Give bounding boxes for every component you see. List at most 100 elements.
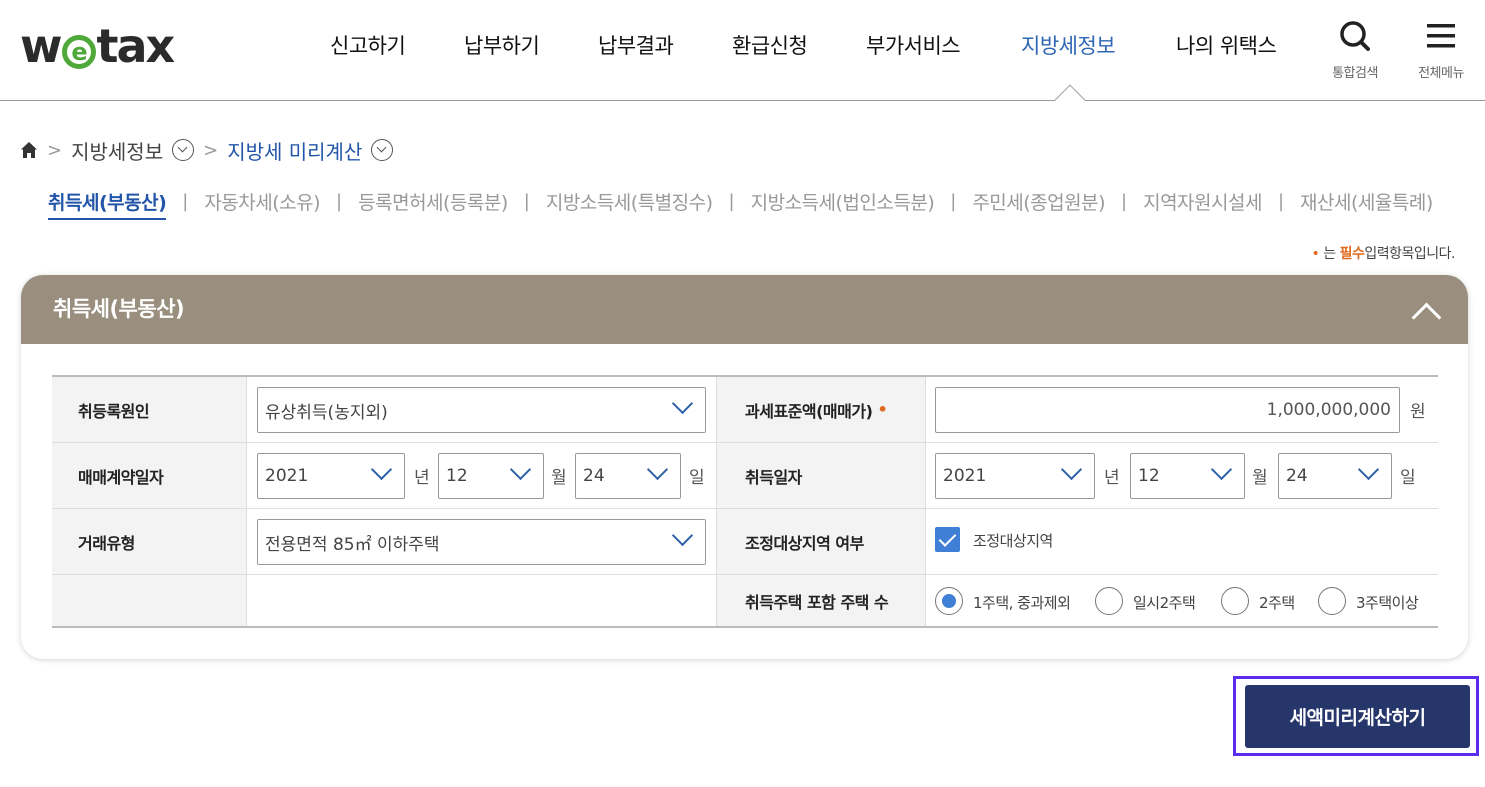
empty-label-cell: [52, 575, 246, 626]
acquisition-day-value: 24: [1286, 466, 1308, 486]
month-unit: 월: [551, 468, 567, 488]
acquisition-month-value: 12: [1138, 466, 1160, 486]
breadcrumb-level2-dropdown-icon[interactable]: [371, 139, 394, 161]
tab-resident-tax-employee[interactable]: 주민세(종업원분): [972, 188, 1105, 215]
radio-one-house-label[interactable]: 1주택, 중과제외: [973, 592, 1071, 613]
day-unit: 일: [689, 468, 705, 488]
transaction-type-select[interactable]: 전용면적 85㎡ 이하주택: [257, 519, 706, 565]
acquisition-month-select[interactable]: 12: [1130, 453, 1245, 499]
home-icon[interactable]: [20, 141, 38, 159]
cause-select-value: 유상취득(농지외): [265, 402, 388, 423]
search-button[interactable]: 통합검색: [1320, 20, 1390, 81]
tab-divider: |: [1121, 190, 1128, 212]
chevron-down-icon: [1210, 467, 1232, 481]
month-unit: 월: [1252, 468, 1268, 488]
acquisition-tax-panel: 취득세(부동산) 취등록원인 유상취득(농지외) 과세표준액(매매가) • 1,…: [21, 275, 1468, 659]
calculate-tax-button[interactable]: 세액미리계산하기: [1245, 685, 1470, 748]
tab-vehicle-tax[interactable]: 자동차세(소유): [204, 188, 320, 215]
acquisition-date-label: 취득일자: [716, 443, 925, 508]
nav-item-pay[interactable]: 납부하기: [464, 30, 540, 60]
radio-temporary-two-house[interactable]: [1095, 587, 1123, 615]
nav-item-file[interactable]: 신고하기: [330, 30, 406, 60]
chevron-down-icon: [671, 533, 693, 547]
chevron-down-icon: [1357, 467, 1379, 481]
tab-regional-resource-facility-tax[interactable]: 지역자원시설세: [1143, 188, 1262, 215]
tab-local-income-tax-withholding[interactable]: 지방소득세(특별징수): [546, 188, 713, 215]
breadcrumb: > 지방세정보 > 지방세 미리계산: [20, 136, 394, 165]
base-amount-label: 과세표준액(매매가) •: [716, 377, 925, 442]
acquisition-day-select[interactable]: 24: [1278, 453, 1392, 499]
radio-temporary-two-house-label[interactable]: 일시2주택: [1133, 592, 1196, 613]
active-nav-caret: [1055, 84, 1085, 101]
adjustment-area-checkbox-label[interactable]: 조정대상지역: [973, 530, 1053, 551]
radio-two-house[interactable]: [1221, 587, 1249, 615]
adjustment-area-label: 조정대상지역 여부: [716, 509, 925, 574]
contract-year-value: 2021: [265, 466, 309, 486]
acquisition-year-value: 2021: [943, 466, 987, 486]
tax-input-form: 취등록원인 유상취득(농지외) 과세표준액(매매가) • 1,000,000,0…: [52, 375, 1438, 628]
tab-divider: |: [523, 190, 530, 212]
collapse-chevron-up-icon[interactable]: [1412, 299, 1438, 325]
transaction-type-value: 전용면적 85㎡ 이하주택: [265, 534, 440, 555]
cause-select[interactable]: 유상취득(농지외): [257, 387, 706, 433]
hamburger-icon: [1427, 24, 1455, 48]
chevron-right-icon: >: [47, 139, 63, 161]
radio-two-house-label[interactable]: 2주택: [1259, 592, 1295, 613]
breadcrumb-level1-dropdown-icon[interactable]: [172, 139, 195, 161]
chevron-down-icon: [509, 467, 531, 481]
form-row: 취등록원인 유상취득(농지외) 과세표준액(매매가) • 1,000,000,0…: [52, 377, 1438, 443]
year-unit: 년: [1104, 468, 1120, 488]
transaction-type-label: 거래유형: [52, 509, 246, 574]
acquisition-year-select[interactable]: 2021: [935, 453, 1095, 499]
won-unit: 원: [1410, 402, 1426, 422]
adjustment-area-checkbox[interactable]: [935, 527, 960, 552]
chevron-down-icon: [1060, 467, 1082, 481]
required-dot: •: [877, 400, 888, 419]
nav-item-my-wetax[interactable]: 나의 위택스: [1176, 30, 1277, 60]
radio-three-plus-house[interactable]: [1318, 587, 1346, 615]
contract-month-value: 12: [446, 466, 468, 486]
contract-year-select[interactable]: 2021: [257, 453, 405, 499]
contract-day-value: 24: [583, 466, 605, 486]
year-unit: 년: [414, 468, 430, 488]
contract-day-select[interactable]: 24: [575, 453, 681, 499]
tab-divider: |: [336, 190, 343, 212]
nav-item-extra-services[interactable]: 부가서비스: [866, 30, 961, 60]
cause-label: 취등록원인: [52, 377, 246, 442]
required-note: • 는 필수입력항목입니다.: [1311, 246, 1456, 262]
tab-property-tax-special-rate[interactable]: 재산세(세율특례): [1300, 188, 1433, 215]
nav-item-local-tax-info[interactable]: 지방세정보: [1021, 30, 1116, 60]
form-row: 매매계약일자 2021 년 12 월 24 일 취득일자 2021 년 12 월…: [52, 443, 1438, 509]
tab-divider: |: [1277, 190, 1285, 212]
tab-divider: |: [728, 190, 735, 212]
all-menu-label: 전체메뉴: [1418, 66, 1464, 81]
form-row: 거래유형 전용면적 85㎡ 이하주택 조정대상지역 여부 조정대상지역: [52, 509, 1438, 575]
site-header: w e tax 신고하기 납부하기 납부결과 환급신청 부가서비스 지방세정보 나의…: [0, 0, 1485, 101]
tab-local-income-tax-corporate[interactable]: 지방소득세(법인소득분): [751, 188, 935, 215]
base-amount-input[interactable]: 1,000,000,000: [935, 387, 1400, 433]
radio-one-house[interactable]: [935, 587, 963, 615]
breadcrumb-level1[interactable]: 지방세정보: [71, 136, 163, 165]
nav-item-pay-result[interactable]: 납부결과: [598, 30, 674, 60]
nav-item-refund[interactable]: 환급신청: [732, 30, 808, 60]
day-unit: 일: [1400, 468, 1416, 488]
form-row: 취득주택 포함 주택 수 1주택, 중과제외 일시2주택 2주택 3주택이상: [52, 575, 1438, 628]
tab-divider: |: [950, 190, 957, 212]
panel-header: 취득세(부동산): [21, 275, 1468, 344]
tab-acquisition-tax[interactable]: 취득세(부동산): [48, 188, 167, 220]
wetax-logo[interactable]: w e tax: [20, 22, 175, 70]
breadcrumb-level2[interactable]: 지방세 미리계산: [227, 136, 362, 165]
contract-month-select[interactable]: 12: [438, 453, 544, 499]
chevron-right-icon: >: [203, 139, 219, 161]
tab-divider: |: [182, 190, 189, 212]
all-menu-button[interactable]: 전체메뉴: [1406, 20, 1476, 81]
search-icon: [1340, 21, 1370, 51]
chevron-down-icon: [370, 467, 392, 481]
search-label: 통합검색: [1332, 66, 1378, 81]
radio-three-plus-house-label[interactable]: 3주택이상: [1356, 592, 1419, 613]
contract-date-label: 매매계약일자: [52, 443, 246, 508]
tab-registration-license-tax[interactable]: 등록면허세(등록분): [358, 188, 508, 215]
chevron-down-icon: [671, 401, 693, 415]
panel-title: 취득세(부동산): [53, 297, 185, 321]
chevron-down-icon: [646, 467, 668, 481]
